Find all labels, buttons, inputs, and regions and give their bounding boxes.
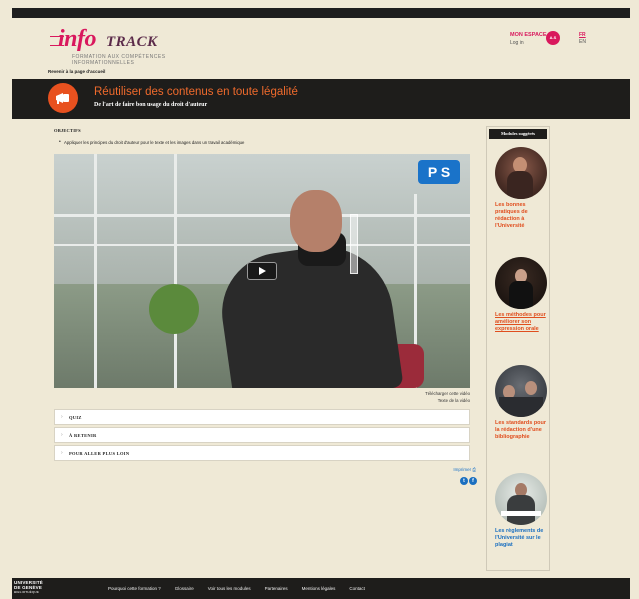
language-switcher: FR EN [579,32,586,46]
footer-logo-line-3: BIBLIOTHÈQUE [14,590,40,594]
accordion-label: À RETENIR [69,433,97,438]
objectives-heading: OBJECTIFS [54,128,81,133]
video-beam [54,214,470,217]
video-beam [54,244,470,246]
logo-subtitle-line-2: INFORMATIONNELLES [72,60,135,66]
module-photo [495,257,547,309]
footer-link-all-modules[interactable]: Voir tous les modules [208,586,251,591]
suggested-modules-sidebar: Modules suggérés Les bonnes pratiques de… [486,126,550,571]
video-person-head [290,190,342,252]
social-share: t f [460,477,477,485]
print-link[interactable]: Imprimer ⎙ [430,467,476,472]
chevron-right-icon: › [61,450,63,456]
video-player[interactable]: P S [54,154,470,388]
module-photo [495,147,547,199]
footer-link-legal[interactable]: Mentions légales [302,586,336,591]
video-beam [174,154,177,388]
logo-main-text: info [58,26,97,52]
video-links: Télécharger cette vidéo Texte de la vidé… [380,390,470,404]
infotrack-logo[interactable]: info TRACK FORMATION AUX COMPÉTENCES INF… [50,26,180,70]
page-subtitle: De l'art de faire bon usage du droit d'a… [94,102,208,108]
play-icon [259,267,266,275]
suggested-module[interactable]: Les bonnes pratiques de rédaction à l'Un… [495,147,549,230]
accordion-pour-aller-plus-loin[interactable]: › POUR ALLER PLUS LOIN [54,445,470,461]
back-home-link[interactable]: Revenir à la page d'accueil [48,69,105,74]
sidebar-title: Modules suggérés [489,129,547,139]
download-video-link[interactable]: Télécharger cette vidéo [380,390,470,397]
print-label: Imprimer [453,467,472,472]
lang-en-link[interactable]: EN [579,39,586,46]
footer-link-partners[interactable]: Partenaires [265,586,288,591]
chevron-right-icon: › [61,414,63,420]
module-photo [495,473,547,525]
suggested-module[interactable]: Les méthodes pour améliorer son expressi… [495,257,549,333]
twitter-icon[interactable]: t [460,477,468,485]
avatar[interactable]: A.S [546,31,560,45]
video-beam [94,154,97,388]
accordion-quiz[interactable]: › QUIZ [54,409,470,425]
video-text-link[interactable]: Texte de la vidéo [380,397,470,404]
suggested-module[interactable]: Les standards pour la rédaction d'une bi… [495,365,549,441]
printer-icon: ⎙ [472,467,476,472]
suggested-module[interactable]: Les règlements de l'Université sur le pl… [495,473,549,549]
module-label: Les règlements de l'Université sur le pl… [495,528,544,548]
accordion-a-retenir[interactable]: › À RETENIR [54,427,470,443]
chevron-right-icon: › [61,432,63,438]
accordion-label: POUR ALLER PLUS LOIN [69,451,130,456]
my-space[interactable]: MON ESPACE Log in [510,32,547,46]
module-label: Les bonnes pratiques de rédaction à l'Un… [495,202,528,229]
accordion-label: QUIZ [69,415,82,420]
my-space-title[interactable]: MON ESPACE [510,32,547,38]
footer-link-contact[interactable]: Contact [349,586,365,591]
lang-fr-link[interactable]: FR [579,32,586,39]
page-title: Réutiliser des contenus en toute légalit… [94,86,298,98]
video-plant [149,284,199,334]
login-link[interactable]: Log in [510,40,547,46]
footer: UNIVERSITÉ DE GENÈVE BIBLIOTHÈQUE Pourqu… [12,578,630,599]
play-button[interactable] [247,262,277,280]
unige-logo[interactable]: UNIVERSITÉ DE GENÈVE BIBLIOTHÈQUE [14,580,43,595]
megaphone-icon [48,83,78,113]
module-label: Les standards pour la rédaction d'une bi… [495,420,547,440]
top-bar [12,8,630,18]
module-banner: Réutiliser des contenus en toute légalit… [12,79,630,119]
logo-subtitle: FORMATION AUX COMPÉTENCES INFORMATIONNEL… [72,54,166,66]
video-glass [350,214,358,274]
header: info TRACK FORMATION AUX COMPÉTENCES INF… [12,18,630,76]
module-photo [495,365,547,417]
footer-nav: Pourquoi cette formation ? Glossaire Voi… [108,586,365,591]
logo-track-text: TRACK [106,34,158,50]
facebook-icon[interactable]: f [469,477,477,485]
objective-item: Appliquer les principes du droit d'auteu… [59,139,244,145]
video-logo: P S [418,160,460,184]
footer-link-glossary[interactable]: Glossaire [175,586,194,591]
module-label: Les méthodes pour améliorer son expressi… [495,312,546,332]
footer-link-why[interactable]: Pourquoi cette formation ? [108,586,161,591]
